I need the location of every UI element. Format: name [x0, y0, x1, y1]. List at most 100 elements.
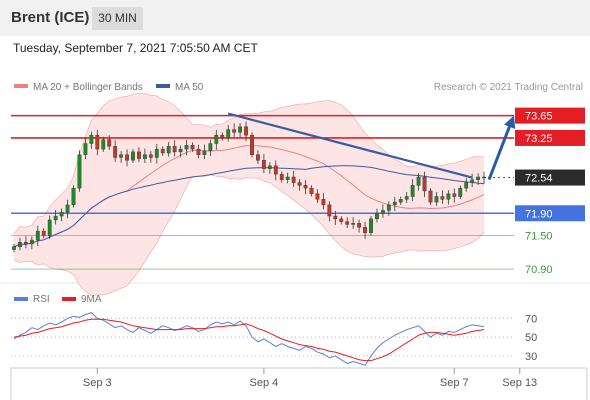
- candle-body: [113, 146, 118, 158]
- candle-body: [297, 182, 302, 186]
- candle-body: [392, 201, 397, 206]
- candle-body: [470, 179, 475, 183]
- candle-body: [12, 246, 16, 250]
- price-chart: MA 20 + Bollinger Bands MA 50 Research ©…: [0, 82, 590, 400]
- price-label-text: 71.90: [525, 208, 553, 220]
- candle-body: [41, 230, 46, 236]
- candle-body: [291, 176, 296, 183]
- price-label-text: 71.50: [525, 231, 553, 243]
- candle-body: [339, 218, 344, 222]
- candle-body: [398, 199, 403, 203]
- candle-body: [77, 154, 82, 189]
- candle-body: [452, 193, 457, 197]
- candle-body: [178, 148, 183, 153]
- candle-body: [250, 134, 254, 155]
- candle-body: [202, 150, 207, 155]
- candle-body: [464, 182, 469, 189]
- legend-label-rsi: RSI: [33, 294, 50, 305]
- price-label-text: 70.90: [525, 264, 553, 276]
- candle-body: [125, 154, 129, 161]
- rsi-tick-label: 50: [525, 332, 537, 344]
- candle-body: [446, 193, 451, 200]
- legend-label-9ma: 9MA: [81, 294, 102, 305]
- candle-body: [363, 227, 367, 233]
- candle-body: [256, 154, 260, 161]
- candle-body: [303, 185, 308, 189]
- candle-body: [321, 199, 326, 206]
- candle-body: [160, 148, 165, 154]
- candle-body: [369, 218, 373, 233]
- candle-body: [327, 204, 332, 217]
- x-tick-label: Sep 3: [83, 377, 112, 389]
- x-axis: Sep 3 Sep 4 Sep 7 Sep 13: [83, 368, 537, 389]
- x-tick-label: Sep 13: [502, 377, 537, 389]
- candle-body: [410, 185, 415, 197]
- legend-swatch-ma20: [14, 84, 28, 88]
- candle-body: [357, 223, 361, 228]
- candle-body: [208, 143, 213, 151]
- rsi-ma9-line: [13, 318, 485, 362]
- candle-body: [232, 129, 237, 133]
- candle-body: [315, 193, 320, 200]
- price-labels: 73.65 73.25 72.54 71.90 71.50 70.90: [515, 107, 585, 276]
- legend-label-ma20: MA 20 + Bollinger Bands: [33, 82, 143, 93]
- rsi-tick-label: 30: [525, 351, 537, 363]
- candle-body: [137, 151, 141, 159]
- forecast-arrow-shaft: [487, 122, 513, 181]
- candle-body: [482, 176, 486, 179]
- candle-body: [416, 176, 421, 186]
- legend-swatch-9ma: [62, 297, 76, 301]
- candle-body: [95, 134, 100, 150]
- candle-body: [24, 242, 28, 245]
- candle-body: [107, 139, 112, 147]
- candle-body: [333, 215, 338, 220]
- candle-body: [458, 187, 463, 197]
- candle-body: [196, 148, 201, 155]
- candle-body: [345, 221, 350, 225]
- candle-body: [166, 146, 171, 154]
- legend-swatch-rsi: [14, 297, 28, 301]
- price-label-text: 73.25: [525, 133, 553, 145]
- candle-body: [184, 144, 189, 150]
- candle-body: [279, 174, 284, 180]
- candle-body: [351, 223, 356, 225]
- candle-body: [273, 165, 278, 175]
- candle-body: [226, 129, 231, 139]
- candle-body: [375, 213, 379, 220]
- candle-body: [422, 176, 427, 192]
- candle-body: [285, 176, 290, 180]
- main-panel: [11, 92, 516, 297]
- candle-body: [440, 196, 445, 200]
- candle-body: [59, 211, 64, 217]
- x-tick-label: Sep 4: [250, 377, 279, 389]
- candle-body: [89, 134, 94, 144]
- candle-body: [71, 187, 76, 206]
- legend: MA 20 + Bollinger Bands MA 50 Research ©…: [14, 82, 583, 93]
- candle-body: [220, 134, 225, 139]
- legend-label-ma50: MA 50: [175, 82, 204, 93]
- candle-body: [381, 210, 385, 214]
- candle-body: [131, 151, 135, 161]
- candle-body: [83, 143, 88, 155]
- candle-body: [29, 239, 34, 245]
- candle-body: [404, 196, 409, 200]
- candle-body: [244, 126, 248, 136]
- candle-body: [47, 219, 52, 236]
- candle-body: [214, 134, 219, 144]
- candle-body: [35, 230, 40, 241]
- rsi-legend: RSI 9MA: [14, 294, 102, 305]
- candle-body: [18, 242, 22, 247]
- rsi-panel: 70 50 30: [11, 312, 537, 366]
- candle-body: [267, 165, 272, 169]
- candle-body: [190, 144, 195, 150]
- chart-widget: Brent (ICE) 30 MIN Tuesday, September 7,…: [0, 0, 590, 400]
- candle-body: [53, 215, 58, 221]
- candle-body: [238, 126, 242, 133]
- legend-swatch-ma50: [156, 84, 170, 88]
- credit-text: Research © 2021 Trading Central: [434, 82, 583, 93]
- candle-body: [434, 196, 439, 203]
- candle-body: [101, 139, 106, 150]
- candle-body: [142, 154, 147, 159]
- rsi-tick-label: 70: [525, 313, 537, 325]
- candle-body: [65, 204, 70, 213]
